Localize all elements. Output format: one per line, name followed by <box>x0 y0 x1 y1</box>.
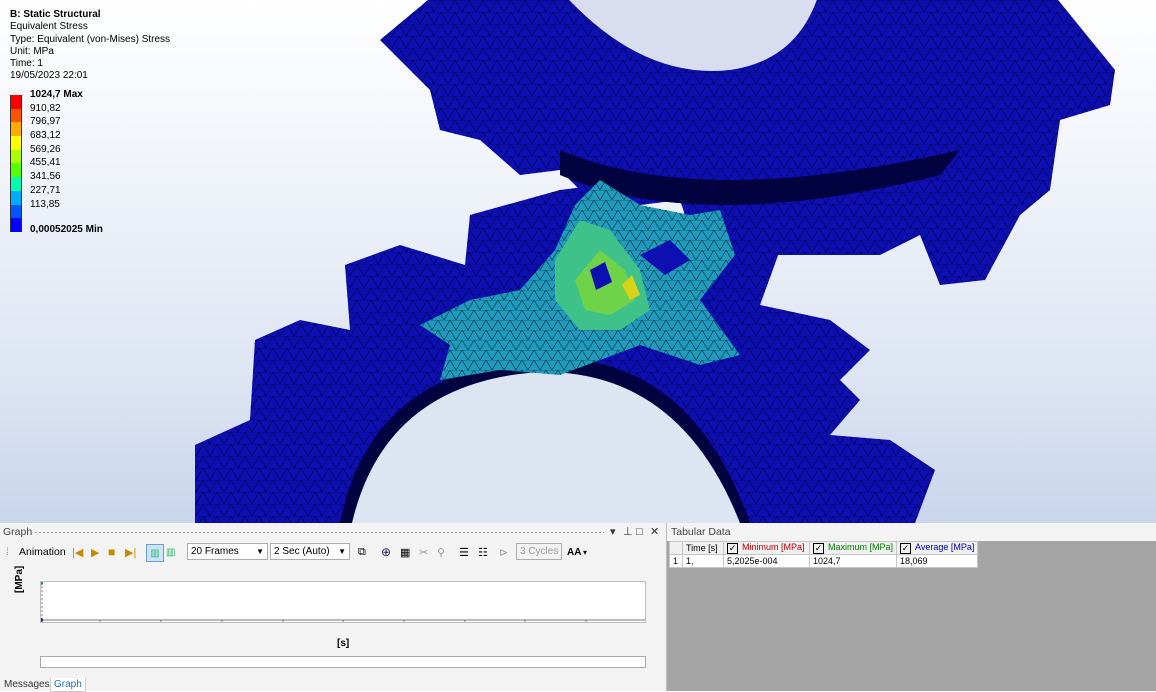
animation-label: Animation <box>19 546 66 558</box>
legend-label: 910,82 <box>30 102 61 114</box>
header-maximum[interactable]: ✓ Maximum [MPa] <box>808 541 898 555</box>
play-icon[interactable]: ▶ <box>91 544 99 560</box>
cycles-field[interactable]: 3 Cycles <box>516 543 562 560</box>
legend-label: 113,85 <box>30 198 60 210</box>
graph-axes <box>39 581 645 623</box>
model-viewport[interactable]: B: Static Structural Equivalent Stress T… <box>0 0 1156 523</box>
legend-swatch <box>10 204 22 219</box>
cell-maximum: 1024,7 <box>808 554 898 568</box>
legend-label: 683,12 <box>30 130 61 142</box>
legend-label: 455,41 <box>30 157 61 169</box>
legend-swatch <box>10 108 22 123</box>
result-time: Time: 1 <box>10 58 43 70</box>
legend-label: 227,71 <box>30 184 61 196</box>
legend-swatch <box>10 122 22 137</box>
header-minimum[interactable]: ✓ Minimum [MPa] <box>723 541 810 555</box>
legend-swatch <box>10 95 22 109</box>
result-title: B: Static Structural <box>10 9 101 20</box>
cell-time: 1, <box>682 554 724 568</box>
cell-minimum: 5,2025e-004 <box>723 554 810 568</box>
duration-select[interactable]: 2 Sec (Auto) ▼ <box>270 543 350 560</box>
result-unit: Unit: MPa <box>10 45 54 57</box>
result-sets-icon[interactable]: ▥ <box>166 544 175 560</box>
result-info: B: Static Structural Equivalent Stress T… <box>10 9 170 83</box>
legend-swatch <box>10 149 22 164</box>
panel-grip[interactable] <box>34 531 604 534</box>
zoom-icon[interactable]: ⊕ <box>381 544 391 560</box>
previous-frame-icon[interactable]: |◀ <box>72 544 83 560</box>
animation-toolbar: ⁞ Animation |◀ ▶ ■ ▶| ▥ ▥ 20 Frames ▼ 2 S… <box>0 541 666 563</box>
legend-label: 796,97 <box>30 116 61 128</box>
legend-label: 341,56 <box>30 171 61 183</box>
header-corner <box>669 541 683 555</box>
tabular-data-table: Time [s] ✓ Minimum [MPa] ✓ Maximum [MPa] ✓… <box>669 541 979 568</box>
legend-label: 569,26 <box>30 143 61 155</box>
legend-swatch <box>10 177 22 191</box>
legend-swatch <box>10 218 22 232</box>
graph-y-label: [MPa] <box>14 565 25 593</box>
header-average[interactable]: ✓ Average [MPa] <box>896 541 979 555</box>
tab-graph[interactable]: Graph <box>50 678 86 692</box>
result-type: Type: Equivalent (von-Mises) Stress <box>10 33 171 45</box>
gear-stress-model <box>195 0 1115 523</box>
graph-panel-header: Graph ▾ ⊥ □ ✕ <box>0 523 666 541</box>
header-average-label: Average [MPa] <box>915 542 975 552</box>
probe-icon[interactable]: ⚲ <box>437 544 445 560</box>
tabular-data-title: Tabular Data <box>667 523 1156 541</box>
chevron-down-icon: ▼ <box>338 547 346 556</box>
next-frame-icon[interactable]: ▶| <box>125 544 136 560</box>
tab-messages[interactable]: Messages <box>1 678 53 691</box>
list-icon[interactable]: ☰ <box>459 544 469 560</box>
distributed-frames-icon[interactable]: ▥ <box>146 544 164 562</box>
header-time[interactable]: Time [s] <box>682 541 724 555</box>
tabular-data-panel: Tabular Data Time [s] ✓ Minimum [MPa] ✓ Ma… <box>667 523 1156 691</box>
legend-swatch <box>10 190 22 205</box>
close-icon[interactable]: ✕ <box>650 523 659 541</box>
export-video-icon[interactable]: ⧉ <box>358 544 366 560</box>
header-maximum-label: Maximum [MPa] <box>828 542 894 552</box>
duration-value: 2 Sec (Auto) <box>274 546 330 557</box>
result-date: 19/05/2023 22:01 <box>10 70 88 82</box>
bottom-tabs: Messages Graph <box>0 677 666 692</box>
result-name: Equivalent Stress <box>10 21 88 33</box>
toolbar-grip: ⁞ <box>6 546 9 558</box>
legend-swatch <box>10 136 22 150</box>
checkbox-icon[interactable]: ✓ <box>727 543 738 554</box>
cut-icon[interactable]: ✂ <box>419 544 428 560</box>
checkbox-icon[interactable]: ✓ <box>813 543 824 554</box>
table-row[interactable]: 1 1, 5,2025e-004 1024,7 18,069 <box>669 554 979 568</box>
chevron-down-icon: ▼ <box>256 547 264 556</box>
grid-icon[interactable]: ▦ <box>400 544 410 560</box>
frames-select[interactable]: 20 Frames ▼ <box>187 543 268 560</box>
frames-value: 20 Frames <box>191 546 239 557</box>
checkbox-icon[interactable]: ✓ <box>900 543 912 554</box>
time-slider[interactable] <box>40 656 646 668</box>
row-index: 1 <box>669 554 683 568</box>
cell-average: 18,069 <box>896 554 979 568</box>
cycle-icon[interactable]: ⊳ <box>499 544 508 560</box>
graph-panel-title: Graph <box>3 526 33 538</box>
chevron-down-icon[interactable]: ▾ <box>583 544 587 560</box>
antialias-label[interactable]: AA <box>567 544 581 560</box>
pin-icon[interactable]: ⊥ <box>623 523 633 541</box>
graph-plot-area[interactable] <box>39 581 646 623</box>
graph-x-label: [s] <box>337 638 350 649</box>
list-alt-icon[interactable]: ☷ <box>478 544 488 560</box>
graph-panel: Graph ▾ ⊥ □ ✕ ⁞ Animation |◀ ▶ ■ ▶| ▥ ▥ … <box>0 523 667 692</box>
header-minimum-label: Minimum [MPa] <box>742 542 805 552</box>
legend-label: 1024,7 Max <box>30 89 83 100</box>
legend-label: 0,00052025 Min <box>30 224 103 236</box>
stop-icon[interactable]: ■ <box>108 544 115 560</box>
maximize-icon[interactable]: □ <box>636 523 643 541</box>
legend-swatch <box>10 163 22 178</box>
table-header-row: Time [s] ✓ Minimum [MPa] ✓ Maximum [MPa] ✓… <box>669 541 979 555</box>
panel-menu-icon[interactable]: ▾ <box>610 523 616 541</box>
